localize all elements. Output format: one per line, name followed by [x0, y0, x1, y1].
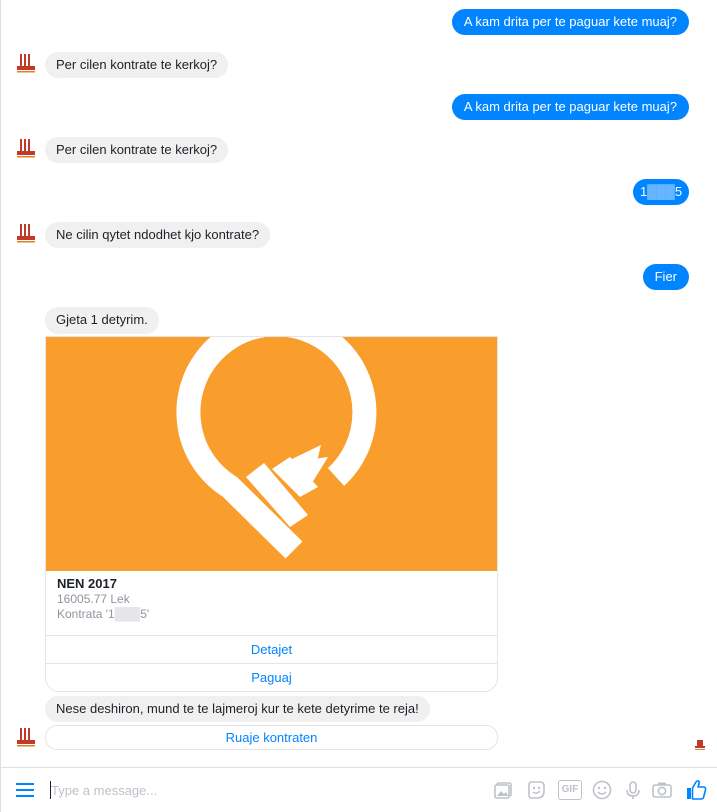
bot-avatar — [17, 139, 35, 158]
message-input[interactable] — [51, 779, 471, 801]
card-title: NEN 2017 — [57, 576, 117, 591]
image-icon[interactable] — [492, 779, 514, 801]
message-composer: GIF — [1, 767, 717, 812]
details-button[interactable]: Detajet — [46, 636, 497, 664]
chat-window: A kam drita per te paguar kete muaj? Per… — [0, 0, 717, 812]
location-pin-logo-icon — [176, 337, 377, 559]
contract-number-masked: ███ — [647, 184, 675, 199]
contract-suffix: 5' — [140, 607, 150, 621]
contract-number-end: 5 — [674, 184, 683, 199]
bill-card: NEN 2017 16005.77 Lek Kontrata '1███5' D… — [45, 336, 498, 692]
bot-message: Per cilen kontrate te kerkoj? — [45, 137, 229, 163]
microphone-icon[interactable] — [622, 779, 644, 801]
user-message: A kam drita per te paguar kete muaj? — [451, 94, 689, 120]
bot-message: Per cilen kontrate te kerkoj? — [45, 52, 229, 78]
bot-avatar — [17, 728, 35, 747]
card-logo-image — [46, 337, 497, 571]
contract-prefix: Kontrata '1 — [57, 607, 115, 621]
card-contract: Kontrata '1███5' — [57, 607, 486, 622]
pay-button[interactable]: Paguaj — [46, 664, 497, 691]
user-message: Fier — [642, 264, 689, 290]
emoji-icon[interactable] — [591, 779, 613, 801]
card-details: NEN 2017 16005.77 Lek Kontrata '1███5' — [46, 571, 497, 636]
bot-avatar — [17, 54, 35, 73]
sticker-icon[interactable] — [525, 779, 547, 801]
bot-message: Ne cilin qytet ndodhet kjo kontrate? — [45, 222, 271, 248]
bot-avatar — [17, 224, 35, 243]
gif-icon[interactable]: GIF — [558, 780, 582, 800]
menu-icon[interactable] — [16, 782, 34, 798]
bot-message: Nese deshiron, mund te te lajmeroj kur t… — [45, 696, 430, 722]
bot-message: Gjeta 1 detyrim. — [45, 307, 159, 334]
save-contract-quick-reply[interactable]: Ruaje kontraten — [45, 725, 498, 750]
camera-icon[interactable] — [651, 779, 673, 801]
user-message-contract-number: 1███5 — [633, 179, 689, 205]
like-icon[interactable] — [684, 778, 708, 802]
user-message: A kam drita per te paguar kete muaj? — [451, 9, 689, 35]
contract-masked: ███ — [114, 607, 141, 621]
card-amount: 16005.77 Lek — [57, 592, 130, 606]
seen-indicator-icon — [695, 740, 705, 750]
